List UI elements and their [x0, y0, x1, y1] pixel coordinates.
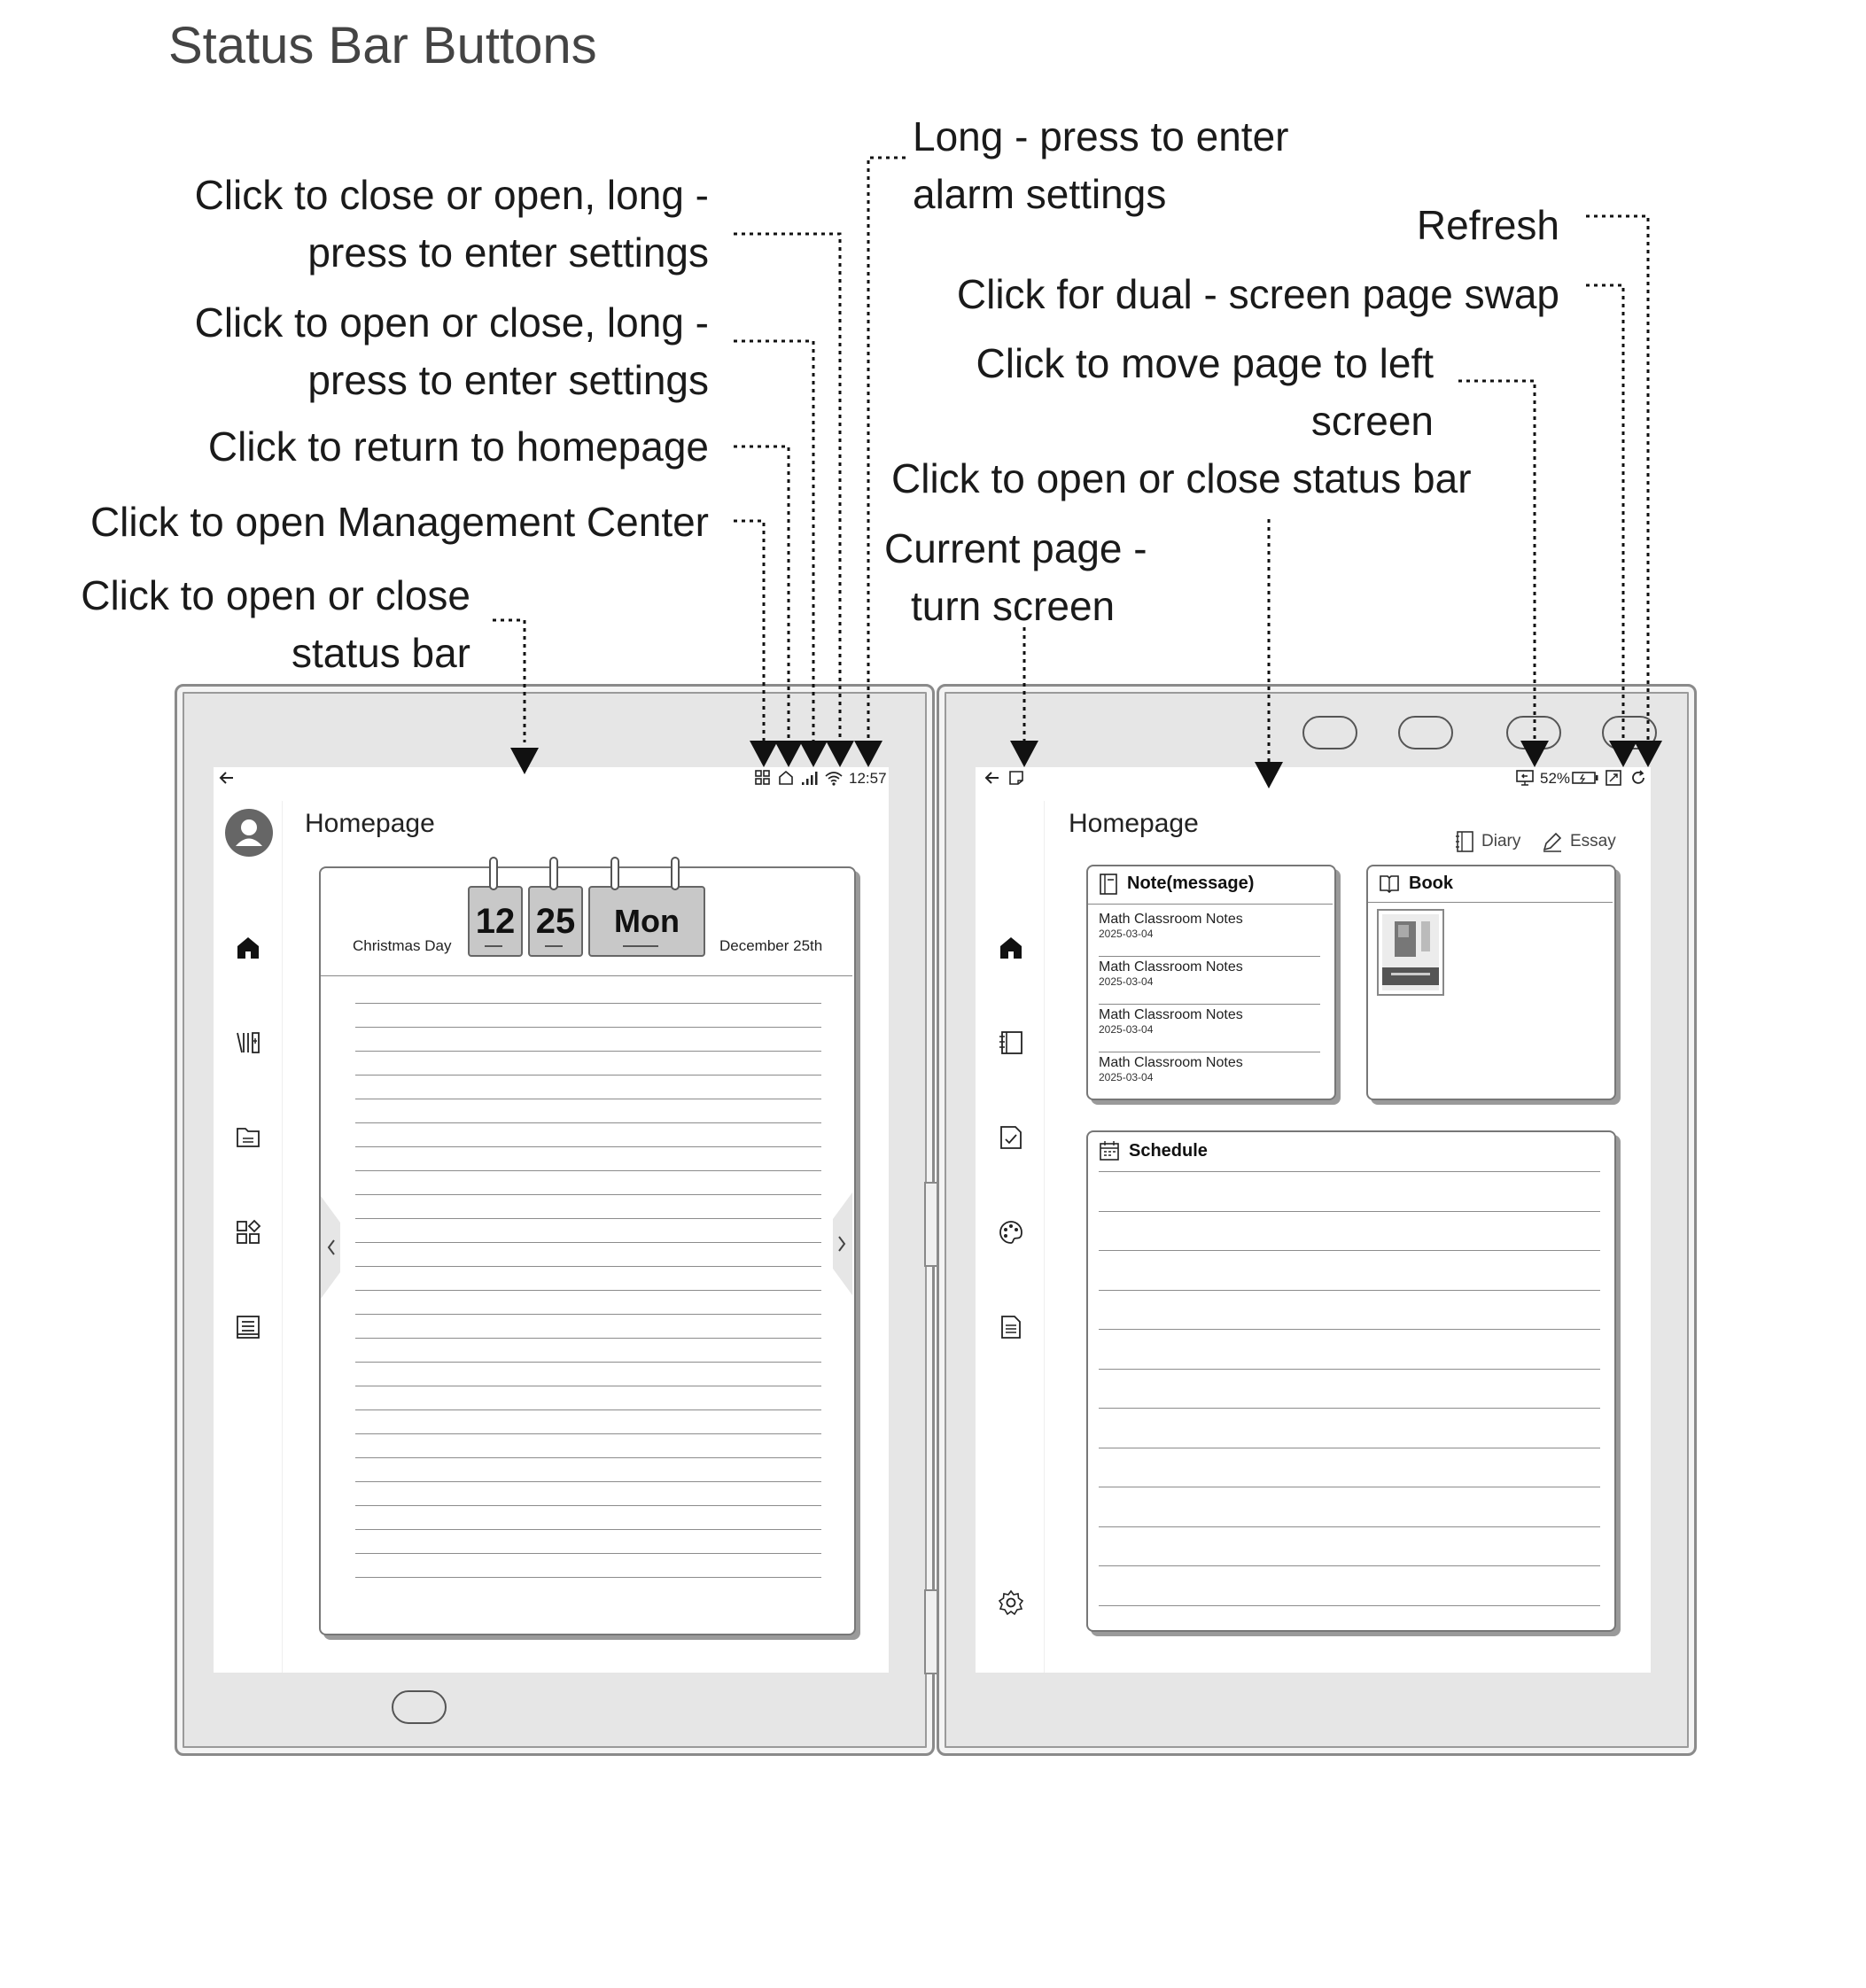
callout-leaders [493, 156, 1662, 788]
